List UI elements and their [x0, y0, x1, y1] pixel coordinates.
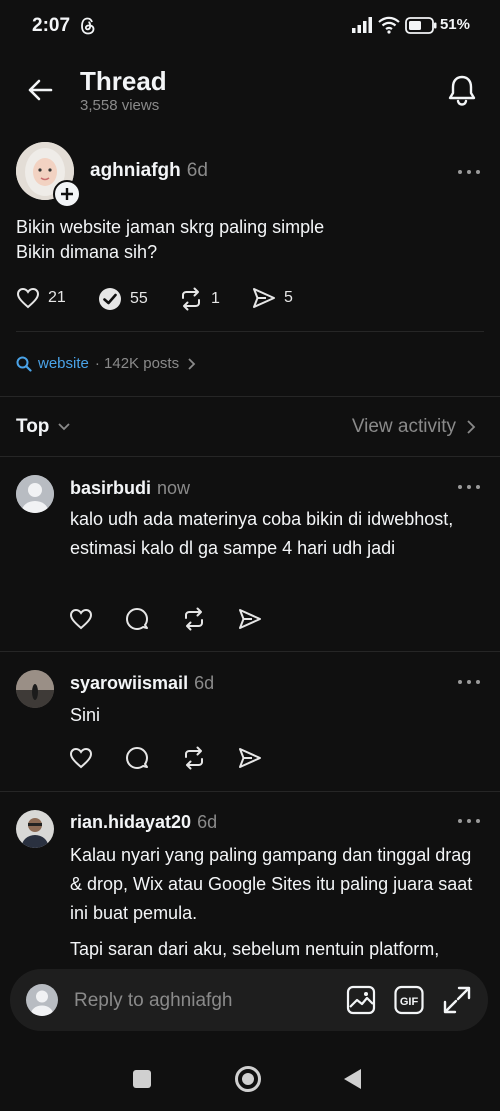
reply-username-line: rian.hidayat20 6d	[70, 812, 217, 833]
reply-composer[interactable]: Reply to aghniafgh GIF	[10, 969, 488, 1031]
reply-input-placeholder[interactable]: Reply to aghniafgh	[74, 990, 232, 1012]
reply-text-continued: Tapi saran dari aku, sebelum nentuin pla…	[70, 939, 440, 959]
status-time: 2:07	[32, 15, 71, 36]
reply-more-icon[interactable]	[458, 679, 480, 685]
author-username-line: aghniafgh 6d	[90, 160, 208, 182]
signal-icon	[352, 17, 374, 33]
reply-more-icon[interactable]	[458, 484, 480, 490]
comment-icon[interactable]	[125, 607, 149, 631]
back-nav-icon[interactable]	[343, 1068, 363, 1090]
battery-percent: 51%	[439, 16, 470, 33]
reply-avatar[interactable]	[16, 670, 54, 708]
page-title: Thread	[80, 66, 167, 96]
reply-time: now	[157, 478, 191, 498]
like-button[interactable]: 21	[16, 287, 66, 309]
search-icon	[16, 356, 32, 372]
reply-more-icon[interactable]	[458, 818, 480, 824]
heart-icon[interactable]	[69, 608, 93, 630]
post-text: Bikin website jaman skrg paling simple B…	[16, 217, 325, 262]
view-activity-link[interactable]: View activity	[352, 416, 476, 438]
reply-text: Sini	[70, 705, 101, 725]
reply-username-line: basirbudi now	[70, 478, 190, 499]
repost-icon[interactable]	[182, 607, 206, 631]
recents-icon[interactable]	[132, 1069, 152, 1089]
view-activity-label: View activity	[351, 416, 456, 437]
reply-username[interactable]: basirbudi	[70, 478, 151, 498]
comment-count: 55	[130, 290, 148, 307]
wifi-icon	[377, 16, 401, 34]
bell-icon[interactable]	[447, 74, 477, 106]
send-icon[interactable]	[238, 608, 262, 630]
repost-icon[interactable]	[182, 746, 206, 770]
reply-avatar[interactable]	[16, 475, 54, 513]
author-username[interactable]: aghniafgh	[90, 160, 181, 181]
reply-text: Kalau nyari yang paling gampang dan ting…	[70, 845, 473, 923]
post-more-icon[interactable]	[458, 169, 480, 175]
reply-time: 6d	[194, 673, 215, 693]
comment-button[interactable]: 55	[98, 287, 148, 311]
send-icon	[252, 287, 276, 309]
reply-text: kalo udh ada materinya coba bikin di idw…	[70, 509, 454, 558]
gif-icon[interactable]: GIF	[394, 985, 424, 1015]
reply-username[interactable]: rian.hidayat20	[70, 812, 191, 832]
divider	[16, 331, 484, 332]
image-icon[interactable]	[346, 985, 376, 1015]
threads-notification-icon	[80, 17, 96, 35]
post-time: 6d	[186, 160, 208, 181]
divider	[0, 651, 500, 652]
system-nav-bar	[0, 1040, 500, 1111]
chevron-right-icon	[466, 419, 476, 435]
divider	[0, 456, 500, 457]
verified-comment-icon	[98, 287, 122, 311]
reply-username-line: syarowiismail 6d	[70, 673, 214, 694]
divider	[0, 791, 500, 792]
repost-icon	[179, 287, 203, 311]
reply-time: 6d	[197, 812, 218, 832]
reply-avatar[interactable]	[16, 810, 54, 848]
my-avatar	[26, 984, 58, 1016]
share-count: 5	[284, 289, 293, 306]
heart-icon	[16, 287, 40, 309]
view-count: 3,558 views	[80, 97, 160, 114]
divider	[0, 396, 500, 397]
repost-count: 1	[211, 290, 220, 307]
topic-tag-posts: · 142K posts	[94, 355, 180, 372]
heart-icon[interactable]	[69, 747, 93, 769]
svg-text:GIF: GIF	[400, 996, 419, 1008]
repost-button[interactable]: 1	[179, 287, 220, 311]
battery-icon	[405, 17, 437, 34]
chevron-down-icon	[57, 422, 71, 432]
topic-tag-label: website	[38, 355, 89, 372]
send-icon[interactable]	[238, 747, 262, 769]
share-button[interactable]: 5	[252, 287, 293, 309]
status-bar: 2:07 51%	[0, 0, 500, 52]
like-count: 21	[48, 289, 66, 306]
topic-tag-row[interactable]: website · 142K posts	[16, 355, 197, 372]
chevron-right-icon	[185, 357, 197, 371]
home-icon[interactable]	[234, 1065, 262, 1093]
follow-plus-icon[interactable]	[53, 180, 81, 208]
back-arrow-icon[interactable]	[26, 76, 54, 104]
sort-dropdown[interactable]: Top	[16, 416, 71, 438]
sort-label: Top	[16, 416, 50, 437]
comment-icon[interactable]	[125, 746, 149, 770]
expand-icon[interactable]	[442, 985, 472, 1015]
reply-username[interactable]: syarowiismail	[70, 673, 188, 693]
